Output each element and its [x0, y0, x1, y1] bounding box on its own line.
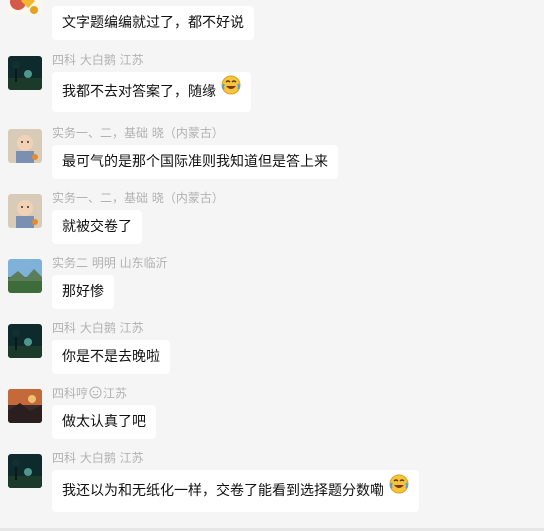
sender-name: 实务一、二，基础 晓（内蒙古）	[52, 191, 224, 205]
avatar[interactable]	[8, 56, 42, 90]
message-bubble[interactable]: 我都不去对答案了，随缘	[52, 72, 251, 112]
message-bubble[interactable]: 你是不是去晚啦	[52, 340, 170, 374]
avatar[interactable]	[8, 259, 42, 293]
avatar[interactable]	[8, 454, 42, 488]
message-bubble[interactable]: 那好惨	[52, 275, 114, 309]
avatar[interactable]	[8, 129, 42, 163]
sender-name: 实务一、二，基础 晓（内蒙古）	[52, 126, 224, 140]
sender-name-part: 江苏	[103, 386, 128, 401]
sender-name: 四科 大白鹅 江苏	[52, 451, 144, 465]
sender-name: 四科哼 江苏	[52, 386, 127, 402]
chat-history[interactable]: 文字题编编就过了，都不好说 四科 大白鹅 江苏 我都不去对答案了，随缘 实务一、…	[0, 0, 544, 531]
message-text: 那好惨	[62, 284, 104, 300]
message-bubble[interactable]: 最可气的是那个国际准则我知道但是答上来	[52, 145, 338, 179]
round-face-badge-icon	[89, 386, 102, 402]
message-text: 文字题编编就过了，都不好说	[62, 15, 244, 31]
message-text: 你是不是去晚啦	[62, 349, 160, 365]
laughing-crying-emoji-icon	[389, 469, 409, 511]
message-text: 最可气的是那个国际准则我知道但是答上来	[62, 154, 328, 170]
sender-name: 四科 大白鹅 江苏	[52, 53, 144, 67]
sender-name: 四科 大白鹅 江苏	[52, 321, 144, 335]
message-bubble[interactable]: 做太认真了吧	[52, 405, 156, 439]
message-bubble[interactable]: 我还以为和无纸化一样，交卷了能看到选择题分数嘞	[52, 470, 419, 512]
message-bubble[interactable]: 文字题编编就过了，都不好说	[52, 6, 254, 40]
message-text: 我还以为和无纸化一样，交卷了能看到选择题分数嘞	[62, 483, 384, 499]
sender-name-part: 四科哼	[52, 386, 89, 401]
message-bubble[interactable]: 就被交卷了	[52, 210, 142, 244]
avatar[interactable]	[8, 324, 42, 358]
message-text: 做太认真了吧	[62, 414, 146, 430]
sender-name: 实务二 明明 山东临沂	[52, 256, 168, 270]
message-text: 就被交卷了	[62, 219, 132, 235]
avatar[interactable]	[8, 194, 42, 228]
laughing-crying-emoji-icon	[221, 71, 241, 111]
avatar[interactable]	[8, 0, 42, 14]
message-text: 我都不去对答案了，随缘	[62, 84, 216, 100]
avatar[interactable]	[8, 389, 42, 423]
